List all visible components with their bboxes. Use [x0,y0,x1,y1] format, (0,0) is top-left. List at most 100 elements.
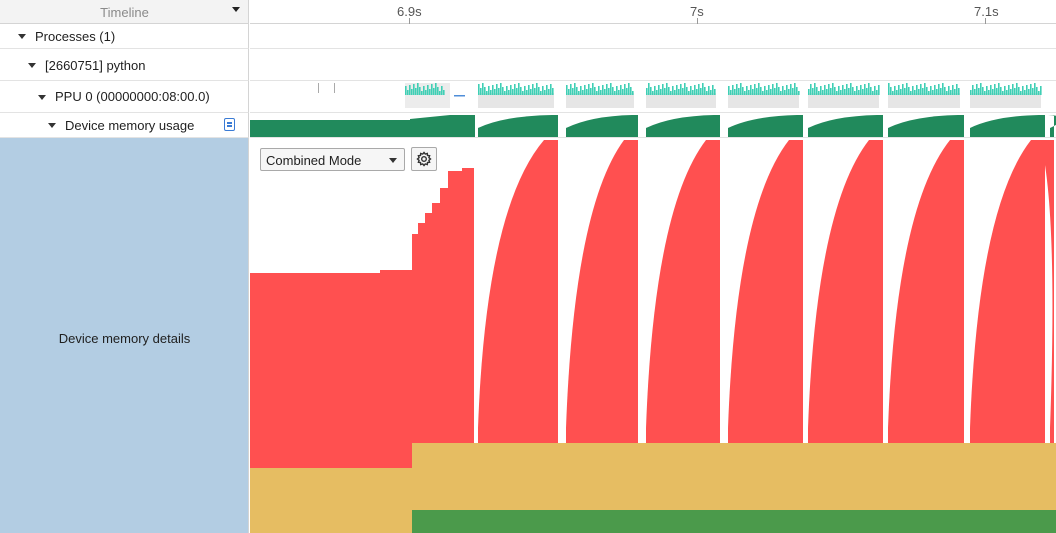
expand-triangle-icon[interactable] [18,34,26,39]
kernel-bar [512,89,514,95]
kernel-bar [826,89,828,95]
kernel-bar [1020,91,1022,95]
kernel-bar [982,87,984,95]
kernel-bar [1030,84,1032,95]
kernel-bar [812,88,814,95]
kernel-bar [576,87,578,95]
memory-usage-graph[interactable] [250,113,1056,137]
kernel-bar [574,83,576,95]
timeline-header[interactable]: Timeline [0,0,249,24]
kernel-bar [798,91,800,95]
kernel-bar [772,84,774,95]
kernel-bar [544,90,546,95]
kernel-bar [1032,88,1034,95]
memory-green-region [412,510,1056,533]
kernel-bar [1024,90,1026,95]
kernel-bar [688,91,690,95]
memory-yellow-region [250,468,412,533]
usage-area [970,115,1045,137]
kernel-bar [1000,87,1002,95]
kernel-bar [421,91,423,95]
time-ruler[interactable]: 6.9s 7s 7.1s [250,0,1056,24]
tree-row-device[interactable]: PPU 0 (00000000:08:00.0) [0,81,249,113]
kernel-bar [586,89,588,95]
kernel-bar [778,87,780,95]
kernel-bar [662,84,664,95]
kernel-bar [654,86,656,95]
usage-area [410,115,475,137]
kernel-bar [794,83,796,95]
kernel-bar [710,90,712,95]
kernel-activity-track[interactable] [250,81,1056,112]
track-device[interactable] [250,81,1056,113]
kernel-bar [532,84,534,95]
usage-area [888,115,964,137]
kernel-bar [419,87,421,95]
kernel-bar [520,87,522,95]
kernel-bar [994,84,996,95]
kernel-bar [405,86,407,95]
kernel-bar [852,87,854,95]
track-memory-usage[interactable] [250,113,1056,138]
kernel-bar [550,84,552,95]
kernel-bar [754,84,756,95]
kernel-bar [504,91,506,95]
kernel-bar [680,84,682,95]
expand-triangle-icon[interactable] [38,95,46,100]
document-icon[interactable] [224,118,235,131]
kernel-bar [934,85,936,95]
tree-row-process[interactable]: [2660751] python [0,49,249,81]
kernel-bar [856,86,858,95]
kernel-bar [484,87,486,95]
memory-details-graph[interactable] [250,138,1056,533]
kernel-bar [596,91,598,95]
kernel-bar [728,86,730,95]
track-processes[interactable] [250,24,1056,49]
kernel-bar [415,88,417,95]
kernel-bar [704,87,706,95]
mode-select[interactable]: Combined Mode [260,148,405,171]
kernel-bar [676,85,678,95]
kernel-bar [1038,91,1040,95]
kernel-bar [443,90,445,95]
expand-triangle-icon[interactable] [28,63,36,68]
usage-area [728,115,803,137]
usage-base [250,120,410,137]
kernel-bar [678,89,680,95]
kernel-bar [437,87,439,95]
kernel-block-bg [888,93,960,108]
kernel-bar [429,89,431,95]
kernel-bar [696,89,698,95]
kernel-bar [744,91,746,95]
kernel-bar [664,88,666,95]
kernel-bar [672,86,674,95]
kernel-bar [486,91,488,95]
kernel-bar [748,90,750,95]
kernel-bar [496,84,498,95]
memory-details-svg[interactable] [250,138,1056,533]
kernel-bar [494,89,496,95]
kernel-bar [890,87,892,95]
kernel-bar [1036,87,1038,95]
kernel-bar [1016,83,1018,95]
kernel-bar [976,84,978,95]
kernel-bar [868,83,870,95]
kernel-bar [1002,91,1004,95]
kernel-bar [816,87,818,95]
kernel-bar [980,83,982,95]
kernel-bar [782,86,784,95]
kernel-bar [441,86,443,95]
track-process[interactable] [250,49,1056,81]
expand-triangle-icon[interactable] [48,123,56,128]
kernel-bar [630,87,632,95]
chevron-down-icon[interactable] [232,7,240,12]
kernel-bar [498,88,500,95]
tree-row-processes[interactable]: Processes (1) [0,24,249,49]
kernel-bar [413,84,415,95]
kernel-bar [480,88,482,95]
tree-row-memory-usage[interactable]: Device memory usage [0,113,249,138]
kernel-bar [946,91,948,95]
activity-marker [318,83,319,93]
settings-button[interactable] [411,147,437,171]
usage-area [808,115,883,137]
